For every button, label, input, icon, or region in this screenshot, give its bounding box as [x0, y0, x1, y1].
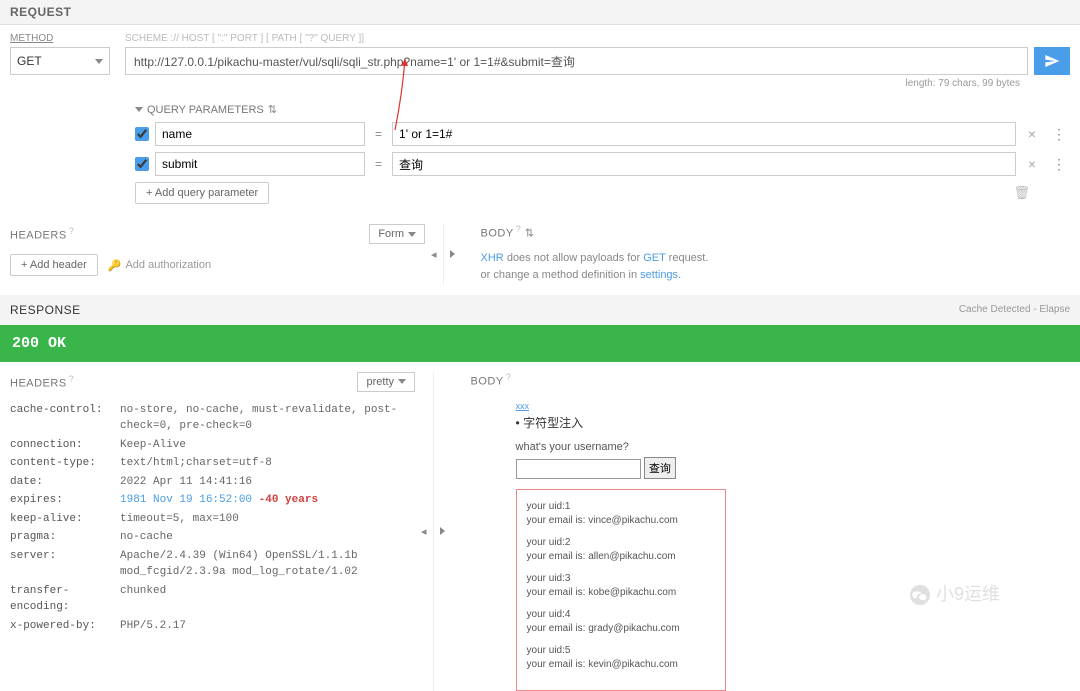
sqli-result-item: your uid:1your email is: vince@pikachu.c… [527, 500, 715, 528]
send-button[interactable] [1034, 47, 1070, 75]
sqli-result-item: your uid:2your email is: allen@pikachu.c… [527, 536, 715, 564]
request-title: REQUEST [10, 5, 72, 19]
chevron-down-icon [408, 232, 416, 237]
delete-icon[interactable]: × [1022, 156, 1042, 172]
query-param-row: = × ⋮ [135, 152, 1070, 176]
preview-link[interactable]: xxx [516, 401, 530, 411]
more-icon[interactable]: ⋮ [1048, 156, 1070, 173]
param-value-input[interactable] [392, 122, 1016, 146]
key-icon: 🔑 [108, 259, 122, 272]
username-input[interactable] [516, 459, 641, 479]
query-params-label: QUERY PARAMETERS [147, 104, 264, 116]
preview-question: what's your username? [516, 441, 1080, 453]
response-body-title: BODY? [471, 372, 512, 388]
response-header-row: x-powered-by:PHP/5.2.17 [10, 618, 415, 635]
response-headers-list: cache-control:no-store, no-cache, must-r… [10, 402, 415, 635]
help-icon[interactable]: ? [506, 372, 512, 382]
body-message: XHR does not allow payloads for GET requ… [481, 250, 1070, 285]
preview-title: 字符型注入 [516, 414, 1080, 431]
chevron-down-icon [398, 379, 406, 384]
url-input[interactable] [125, 47, 1028, 75]
query-param-row: = × ⋮ [135, 122, 1070, 146]
trash-icon[interactable]: 🗑 [1013, 185, 1030, 201]
help-icon[interactable]: ? [516, 224, 522, 234]
request-middle-row: HEADERS? Form + Add header 🔑Add authoriz… [0, 214, 1080, 295]
body-title: BODY? ⇅ [481, 224, 535, 240]
response-header-row: cache-control:no-store, no-cache, must-r… [10, 402, 415, 435]
method-value: GET [17, 54, 42, 68]
help-icon[interactable]: ? [69, 226, 75, 236]
pretty-select[interactable]: pretty [357, 372, 415, 392]
method-url-row: METHOD GET SCHEME :// HOST [ ":" PORT ] … [0, 25, 1080, 97]
response-section-header: RESPONSE Cache Detected - Elapse [0, 295, 1080, 325]
param-name-input[interactable] [155, 152, 365, 176]
add-authorization-link[interactable]: 🔑Add authorization [108, 259, 211, 272]
sort-icon: ⇅ [525, 228, 535, 240]
sort-icon: ⇅ [268, 103, 277, 116]
response-header-row: expires:1981 Nov 19 16:52:00 -40 years [10, 492, 415, 509]
add-query-parameter-button[interactable]: + Add query parameter [135, 182, 269, 204]
status-bar: 200 OK [0, 325, 1080, 362]
param-checkbox[interactable] [135, 157, 149, 171]
sqli-results-box: your uid:1your email is: vince@pikachu.c… [516, 489, 726, 691]
search-button[interactable]: 查询 [644, 457, 676, 479]
more-icon[interactable]: ⋮ [1048, 126, 1070, 143]
chevron-right-icon [440, 527, 445, 535]
sqli-result-item: your uid:5your email is: kevin@pikachu.c… [527, 644, 715, 672]
sqli-result-item: your uid:4your email is: grady@pikachu.c… [527, 608, 715, 636]
param-checkbox[interactable] [135, 127, 149, 141]
chevron-right-icon [450, 250, 455, 258]
response-header-row: pragma:no-cache [10, 529, 415, 546]
expand-right-button[interactable] [434, 372, 451, 691]
url-scheme-label: SCHEME :// HOST [ ":" PORT ] [ PATH [ "?… [125, 33, 1070, 44]
param-name-input[interactable] [155, 122, 365, 146]
response-header-row: keep-alive:timeout=5, max=100 [10, 511, 415, 528]
response-headers-title: HEADERS? [10, 374, 74, 390]
response-header-row: transfer-encoding:chunked [10, 583, 415, 616]
delete-icon[interactable]: × [1022, 126, 1042, 142]
request-section-header: REQUEST [0, 0, 1080, 25]
response-header-row: date:2022 Apr 11 14:41:16 [10, 474, 415, 491]
url-length-info: length: 79 chars, 99 bytes [125, 78, 1070, 89]
response-header-row: server:Apache/2.4.39 (Win64) OpenSSL/1.1… [10, 548, 415, 581]
expand-right-button[interactable] [444, 224, 461, 285]
cache-detected-info: Cache Detected - Elapse [959, 304, 1070, 315]
send-icon [1044, 53, 1060, 69]
headers-title: HEADERS? [10, 226, 74, 242]
query-parameters-section: QUERY PARAMETERS ⇅ = × ⋮ = × ⋮ + Add que… [125, 97, 1080, 214]
help-icon[interactable]: ? [69, 374, 75, 384]
query-params-toggle[interactable]: QUERY PARAMETERS ⇅ [135, 97, 1070, 122]
chevron-down-icon [135, 107, 143, 112]
collapse-left-button[interactable]: ◂ [425, 224, 443, 285]
response-header-row: content-type:text/html;charset=utf-8 [10, 455, 415, 472]
sqli-result-item: your uid:3your email is: kobe@pikachu.co… [527, 572, 715, 600]
response-header-row: connection:Keep-Alive [10, 437, 415, 454]
collapse-left-button[interactable]: ◂ [415, 372, 433, 691]
method-select[interactable]: GET [10, 47, 110, 75]
equals-sign: = [371, 127, 386, 141]
response-title: RESPONSE [10, 303, 81, 317]
response-body-preview: xxx 字符型注入 what's your username? 查询 your … [471, 398, 1080, 691]
equals-sign: = [371, 157, 386, 171]
param-value-input[interactable] [392, 152, 1016, 176]
method-label: METHOD [10, 33, 115, 44]
chevron-down-icon [95, 59, 103, 64]
headers-form-select[interactable]: Form [369, 224, 425, 244]
add-header-button[interactable]: + Add header [10, 254, 98, 276]
